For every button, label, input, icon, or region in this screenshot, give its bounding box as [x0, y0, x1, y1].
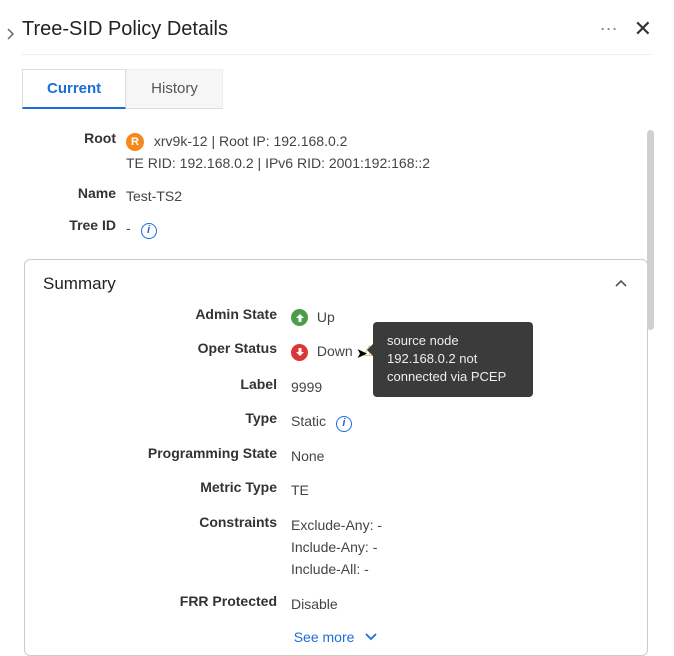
- scrollbar[interactable]: [647, 130, 654, 330]
- ipv6-rid-label: IPv6 RID:: [265, 155, 325, 171]
- root-value: R xrv9k-12 | Root IP: 192.168.0.2 TE RID…: [126, 130, 638, 175]
- oper-status-label: Oper Status: [43, 340, 291, 356]
- admin-state-label: Admin State: [43, 306, 291, 322]
- frr-protected-value: Disable: [291, 593, 629, 615]
- label-field-label: Label: [43, 376, 291, 392]
- constraint-exclude-any: Exclude-Any: -: [291, 514, 629, 536]
- summary-card: Summary Admin State Up Oper Status Down: [24, 259, 648, 656]
- type-label: Type: [43, 410, 291, 426]
- tab-history[interactable]: History: [126, 69, 223, 109]
- te-rid-value: 192.168.0.2: [180, 155, 254, 171]
- collapse-summary-icon[interactable]: [613, 276, 629, 292]
- constraint-include-all: Include-All: -: [291, 558, 629, 580]
- tooltip: source node 192.168.0.2 not connected vi…: [373, 322, 533, 397]
- close-icon[interactable]: ✕: [634, 16, 652, 42]
- page-title: Tree-SID Policy Details: [22, 18, 228, 41]
- te-rid-label: TE RID:: [126, 155, 176, 171]
- programming-state-label: Programming State: [43, 445, 291, 461]
- tree-id-value: -: [126, 220, 131, 236]
- root-ip-value: 192.168.0.2: [273, 133, 347, 149]
- panel-header: Tree-SID Policy Details ⋯ ✕: [22, 12, 652, 55]
- tab-current[interactable]: Current: [22, 69, 126, 109]
- summary-title: Summary: [43, 274, 116, 294]
- constraints-value: Exclude-Any: - Include-Any: - Include-Al…: [291, 514, 629, 581]
- type-value: Static: [291, 413, 326, 429]
- oper-status-value: Down: [317, 343, 353, 359]
- admin-state-value: Up: [317, 309, 335, 325]
- tab-bar: Current History: [22, 69, 652, 109]
- metric-type-label: Metric Type: [43, 479, 291, 495]
- see-more-link[interactable]: See more: [43, 621, 629, 645]
- root-label: Root: [22, 130, 126, 146]
- metric-type-value: TE: [291, 479, 629, 501]
- status-up-icon: [291, 309, 308, 326]
- root-ip-label: Root IP:: [219, 133, 270, 149]
- constraint-include-any: Include-Any: -: [291, 536, 629, 558]
- router-node-icon: R: [126, 133, 144, 151]
- frr-protected-label: FRR Protected: [43, 593, 291, 609]
- info-icon[interactable]: i: [141, 223, 157, 239]
- expand-panel-toggle[interactable]: [4, 28, 20, 44]
- info-icon[interactable]: i: [336, 416, 352, 432]
- tree-id-label: Tree ID: [22, 217, 126, 233]
- root-node-name: xrv9k-12: [154, 133, 208, 149]
- constraints-label: Constraints: [43, 514, 291, 530]
- chevron-down-icon: [364, 629, 378, 645]
- name-value: Test-TS2: [126, 185, 638, 207]
- status-down-icon: [291, 344, 308, 361]
- more-options-icon[interactable]: ⋯: [600, 19, 620, 40]
- name-label: Name: [22, 185, 126, 201]
- programming-state-value: None: [291, 445, 629, 467]
- ipv6-rid-value: 2001:192:168::2: [329, 155, 430, 171]
